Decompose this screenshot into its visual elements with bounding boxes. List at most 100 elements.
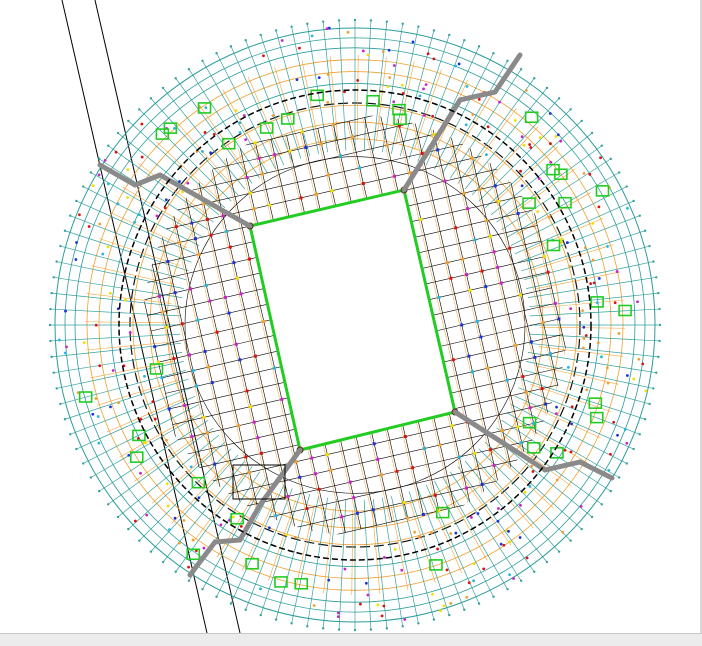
radial-tick [161, 560, 165, 564]
column-marker [437, 295, 441, 299]
column-marker [485, 153, 488, 157]
radial-tick [69, 214, 72, 217]
column-marker [310, 456, 314, 460]
column-marker [379, 473, 383, 477]
column-marker [191, 369, 195, 373]
column-marker [422, 113, 426, 117]
column-marker [454, 531, 458, 535]
column-marker [392, 64, 396, 67]
column-marker [244, 455, 248, 459]
column-marker [238, 358, 242, 362]
column-marker [168, 528, 171, 532]
column-marker [496, 265, 500, 269]
column-marker [237, 424, 241, 428]
column-marker [163, 206, 167, 210]
radial-tick [107, 503, 110, 506]
column-marker [520, 184, 524, 188]
column-marker [245, 176, 249, 180]
radial-tick [648, 244, 651, 248]
column-marker [462, 191, 466, 195]
column-marker [136, 436, 140, 440]
radial-tick [107, 144, 110, 147]
column-marker [431, 114, 435, 118]
column-marker [109, 291, 112, 295]
column-marker [298, 46, 301, 50]
column-marker [94, 397, 98, 400]
column-marker [64, 309, 67, 313]
column-marker [417, 535, 421, 539]
column-marker [348, 480, 352, 484]
column-marker [460, 323, 464, 327]
column-marker [486, 125, 490, 129]
column-marker [208, 299, 212, 303]
radial-tick [632, 199, 635, 203]
radial-tick [557, 97, 561, 100]
column-marker [209, 233, 213, 237]
column-marker [386, 85, 390, 89]
column-marker [436, 148, 440, 152]
column-marker [172, 357, 176, 361]
column-marker [476, 512, 480, 515]
column-marker [133, 220, 137, 224]
column-marker [449, 601, 453, 605]
column-marker [498, 100, 501, 104]
column-marker [467, 354, 471, 358]
column-marker [97, 173, 101, 177]
radial-tick [98, 157, 101, 161]
radial-tick [638, 433, 641, 436]
column-marker [520, 135, 524, 139]
column-marker [392, 100, 396, 104]
column-marker [215, 330, 219, 334]
column-marker [268, 203, 272, 207]
column-marker [182, 519, 186, 522]
radial-tick [48, 323, 52, 327]
column-marker [400, 83, 404, 87]
drawing-canvas[interactable] [0, 0, 702, 633]
column-marker [591, 222, 595, 225]
column-marker [109, 405, 112, 409]
radial-tick [569, 539, 572, 542]
radial-tick [337, 19, 341, 22]
column-marker [403, 435, 407, 439]
column-marker [426, 52, 430, 56]
column-marker [599, 156, 602, 160]
radial-tick [417, 622, 420, 625]
column-marker [636, 300, 639, 304]
column-marker [569, 307, 573, 311]
column-marker [561, 530, 565, 534]
radial-tick [127, 527, 130, 531]
column-marker [568, 264, 572, 268]
radial-tick [625, 185, 628, 188]
radial-tick [643, 229, 647, 232]
column-marker [161, 310, 165, 314]
column-marker [273, 153, 277, 157]
column-marker [140, 122, 144, 126]
radial-tick [506, 59, 509, 63]
radial-tick [50, 355, 53, 359]
column-marker [74, 258, 78, 261]
column-marker [326, 73, 330, 77]
radial-tick [385, 20, 389, 23]
column-marker [247, 471, 251, 475]
radial-tick [353, 18, 357, 22]
radial-tick [174, 570, 177, 573]
column-marker [227, 311, 231, 315]
column-marker [117, 401, 120, 405]
column-marker [445, 261, 449, 265]
column-marker [244, 138, 248, 141]
column-marker [524, 390, 528, 394]
column-marker [145, 513, 149, 517]
radial-tick [632, 447, 635, 451]
column-marker [569, 450, 573, 454]
column-marker [585, 388, 589, 392]
column-marker [584, 334, 588, 337]
column-marker [299, 196, 303, 200]
radial-tick [590, 515, 594, 519]
column-marker [252, 207, 256, 211]
radial-tick [545, 86, 549, 90]
column-marker [582, 172, 586, 175]
column-marker [203, 349, 207, 353]
column-marker [393, 174, 397, 178]
column-marker [239, 292, 243, 296]
column-marker [196, 318, 200, 322]
